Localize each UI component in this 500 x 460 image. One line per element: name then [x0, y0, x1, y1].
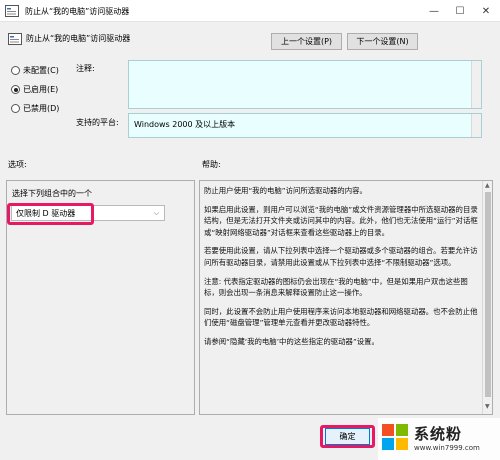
help-paragraph: 注意: 代表指定驱动器的图标仍会出现在“我的电脑”中，但是如果用户双击这些图标，…	[204, 276, 468, 298]
next-setting-button[interactable]: 下一个设置(N)	[347, 33, 418, 50]
comment-scrollbar[interactable]	[471, 61, 481, 108]
help-section-label: 帮助:	[202, 160, 221, 169]
help-paragraph: 如果启用此设置，则用户可以浏览“我的电脑”或文件资源管理器中所选驱动器的目录结构…	[204, 204, 478, 237]
radio-not-configured[interactable]: 未配置(C)	[11, 65, 59, 76]
next-setting-label: 下一个设置(N)	[356, 37, 409, 46]
title-bar: 防止从“我的电脑”访问驱动器 — ☐ ✕	[0, 0, 500, 22]
previous-setting-button[interactable]: 上一个设置(P)	[271, 33, 342, 50]
maximize-icon: ☐	[455, 5, 465, 17]
help-scrollbar[interactable]: ▲ ▼	[482, 181, 492, 414]
supported-platform-value: Windows 2000 及以上版本	[134, 120, 236, 129]
scrollbar-thumb[interactable]	[485, 192, 491, 397]
watermark-url: www.win7999.com	[414, 444, 480, 452]
previous-setting-label: 上一个设置(P)	[280, 37, 333, 46]
watermark: 系统粉 www.win7999.com	[378, 418, 500, 460]
close-icon: ✕	[481, 5, 491, 17]
drive-selection-highlight	[7, 203, 94, 225]
help-paragraph: 同时，此设置不会防止用户使用程序来访问本地驱动器和网络驱动器。也不会防止他们使用…	[204, 306, 478, 328]
help-paragraph: 防止用户使用“我的电脑”访问所选驱动器的内容。	[204, 186, 367, 195]
radio-enabled-label: 已启用(E)	[23, 85, 59, 94]
watermark-text: 系统粉	[414, 425, 463, 443]
help-text: 防止用户使用“我的电脑”访问所选驱动器的内容。 如果启用此设置，则用户可以浏览“…	[204, 185, 480, 355]
radio-disabled-circle[interactable]	[11, 104, 20, 113]
combo-caption: 选择下列组合中的一个	[12, 189, 92, 198]
comment-field[interactable]	[128, 60, 482, 109]
minimize-icon: —	[429, 5, 439, 17]
supported-platform-field: Windows 2000 及以上版本	[128, 113, 482, 138]
policy-setting-icon	[8, 33, 22, 45]
help-paragraph: 若要使用此设置，请从下拉列表中选择一个驱动器或多个驱动器的组合。若要允许访问所有…	[204, 246, 478, 267]
maximize-button[interactable]: ☐	[446, 0, 474, 22]
minimize-button[interactable]: —	[420, 0, 448, 22]
policy-setting-icon	[5, 5, 19, 17]
comment-label: 注释:	[76, 64, 95, 73]
scroll-down-icon[interactable]: ▼	[485, 403, 490, 410]
policy-name: 防止从“我的电脑”访问驱动器	[26, 34, 131, 43]
radio-disabled[interactable]: 已禁用(D)	[11, 103, 59, 114]
options-section-label: 选项:	[8, 160, 27, 169]
chevron-down-icon: ⌵	[153, 209, 159, 217]
platform-scrollbar[interactable]	[471, 114, 481, 137]
help-paragraph: 请参阅“隐藏‘我的电脑’中的这些指定的驱动器”设置。	[204, 336, 379, 346]
close-button[interactable]: ✕	[472, 0, 500, 22]
window-title: 防止从“我的电脑”访问驱动器	[25, 7, 130, 16]
radio-enabled-circle[interactable]	[11, 85, 20, 94]
ok-button-highlight	[320, 425, 375, 448]
scroll-up-icon[interactable]: ▲	[485, 182, 490, 189]
radio-enabled[interactable]: 已启用(E)	[11, 84, 58, 95]
supported-platform-label: 支持的平台:	[76, 118, 119, 127]
help-panel: 防止用户使用“我的电脑”访问所选驱动器的内容。 如果启用此设置，则用户可以浏览“…	[199, 180, 493, 415]
radio-disabled-label: 已禁用(D)	[23, 104, 60, 113]
windows-logo-icon	[382, 424, 408, 450]
radio-not-configured-label: 未配置(C)	[23, 66, 59, 75]
radio-not-configured-circle[interactable]	[11, 66, 20, 75]
